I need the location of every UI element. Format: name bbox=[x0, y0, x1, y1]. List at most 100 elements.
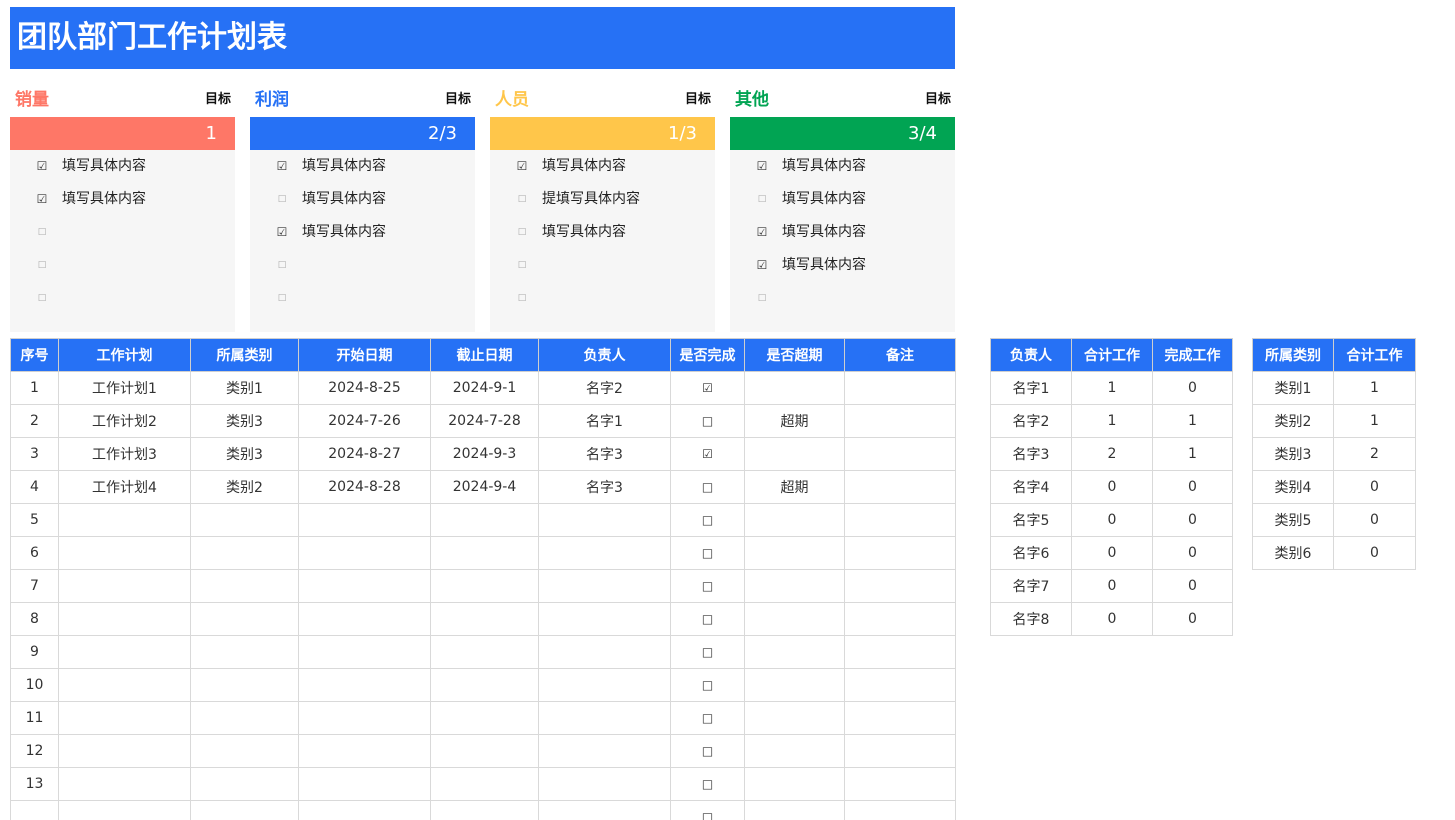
overdue-cell[interactable] bbox=[744, 569, 845, 603]
note-cell[interactable] bbox=[844, 668, 956, 702]
done-checkbox[interactable]: □ bbox=[670, 767, 745, 801]
summary-cell[interactable]: 2 bbox=[1071, 437, 1153, 471]
row-number-cell[interactable]: 6 bbox=[10, 536, 59, 570]
unchecked-checkbox[interactable]: □ bbox=[515, 290, 529, 306]
summary-cell[interactable]: 1 bbox=[1152, 404, 1233, 438]
end-date-cell[interactable] bbox=[430, 569, 539, 603]
work-plan-cell[interactable] bbox=[58, 536, 191, 570]
owner-cell[interactable] bbox=[538, 701, 671, 735]
checked-checkbox[interactable]: ☑ bbox=[275, 224, 289, 240]
start-date-cell[interactable] bbox=[298, 503, 431, 537]
work-plan-cell[interactable] bbox=[58, 767, 191, 801]
done-checkbox[interactable]: □ bbox=[670, 569, 745, 603]
summary-cell[interactable]: 2 bbox=[1333, 437, 1416, 471]
row-number-cell[interactable]: 13 bbox=[10, 767, 59, 801]
work-plan-cell[interactable]: 工作计划3 bbox=[58, 437, 191, 471]
category-cell[interactable] bbox=[190, 569, 299, 603]
start-date-cell[interactable] bbox=[298, 602, 431, 636]
row-number-cell[interactable]: 4 bbox=[10, 470, 59, 504]
category-cell[interactable] bbox=[190, 536, 299, 570]
start-date-cell[interactable]: 2024-8-27 bbox=[298, 437, 431, 471]
summary-cell[interactable]: 类别6 bbox=[1252, 536, 1334, 570]
overdue-cell[interactable] bbox=[744, 701, 845, 735]
work-plan-cell[interactable] bbox=[58, 503, 191, 537]
category-cell[interactable] bbox=[190, 503, 299, 537]
start-date-cell[interactable] bbox=[298, 701, 431, 735]
start-date-cell[interactable]: 2024-7-26 bbox=[298, 404, 431, 438]
done-checkbox[interactable]: □ bbox=[670, 470, 745, 504]
summary-cell[interactable]: 类别1 bbox=[1252, 371, 1334, 405]
category-cell[interactable] bbox=[190, 701, 299, 735]
end-date-cell[interactable] bbox=[430, 536, 539, 570]
row-number-cell[interactable] bbox=[10, 800, 59, 820]
summary-cell[interactable]: 0 bbox=[1071, 503, 1153, 537]
owner-cell[interactable] bbox=[538, 635, 671, 669]
owner-cell[interactable] bbox=[538, 569, 671, 603]
unchecked-checkbox[interactable]: □ bbox=[755, 191, 769, 207]
row-number-cell[interactable]: 7 bbox=[10, 569, 59, 603]
unchecked-checkbox[interactable]: □ bbox=[35, 290, 49, 306]
done-checkbox[interactable]: □ bbox=[670, 800, 745, 820]
category-cell[interactable] bbox=[190, 635, 299, 669]
summary-cell[interactable]: 类别2 bbox=[1252, 404, 1334, 438]
overdue-cell[interactable] bbox=[744, 371, 845, 405]
summary-cell[interactable]: 0 bbox=[1152, 536, 1233, 570]
end-date-cell[interactable]: 2024-9-4 bbox=[430, 470, 539, 504]
summary-cell[interactable]: 0 bbox=[1071, 569, 1153, 603]
summary-cell[interactable]: 名字5 bbox=[990, 503, 1072, 537]
category-cell[interactable]: 类别3 bbox=[190, 437, 299, 471]
end-date-cell[interactable] bbox=[430, 668, 539, 702]
row-number-cell[interactable]: 12 bbox=[10, 734, 59, 768]
start-date-cell[interactable] bbox=[298, 668, 431, 702]
summary-cell[interactable]: 0 bbox=[1071, 536, 1153, 570]
checked-checkbox[interactable]: ☑ bbox=[35, 158, 49, 174]
done-checkbox[interactable]: □ bbox=[670, 701, 745, 735]
owner-cell[interactable] bbox=[538, 503, 671, 537]
owner-cell[interactable] bbox=[538, 767, 671, 801]
summary-cell[interactable]: 类别5 bbox=[1252, 503, 1334, 537]
category-cell[interactable] bbox=[190, 734, 299, 768]
checked-checkbox[interactable]: ☑ bbox=[35, 191, 49, 207]
summary-cell[interactable]: 1 bbox=[1152, 437, 1233, 471]
done-checkbox[interactable]: □ bbox=[670, 635, 745, 669]
work-plan-cell[interactable] bbox=[58, 602, 191, 636]
category-cell[interactable]: 类别2 bbox=[190, 470, 299, 504]
unchecked-checkbox[interactable]: □ bbox=[755, 290, 769, 306]
unchecked-checkbox[interactable]: □ bbox=[275, 290, 289, 306]
overdue-cell[interactable] bbox=[744, 800, 845, 820]
note-cell[interactable] bbox=[844, 503, 956, 537]
note-cell[interactable] bbox=[844, 470, 956, 504]
start-date-cell[interactable] bbox=[298, 569, 431, 603]
done-checkbox[interactable]: □ bbox=[670, 602, 745, 636]
work-plan-cell[interactable] bbox=[58, 800, 191, 820]
overdue-cell[interactable] bbox=[744, 767, 845, 801]
summary-cell[interactable]: 1 bbox=[1071, 371, 1153, 405]
row-number-cell[interactable]: 2 bbox=[10, 404, 59, 438]
summary-cell[interactable]: 0 bbox=[1152, 371, 1233, 405]
unchecked-checkbox[interactable]: □ bbox=[35, 224, 49, 240]
overdue-cell[interactable] bbox=[744, 602, 845, 636]
owner-cell[interactable]: 名字2 bbox=[538, 371, 671, 405]
start-date-cell[interactable] bbox=[298, 800, 431, 820]
overdue-cell[interactable]: 超期 bbox=[744, 470, 845, 504]
checked-checkbox[interactable]: ☑ bbox=[755, 224, 769, 240]
owner-cell[interactable] bbox=[538, 800, 671, 820]
note-cell[interactable] bbox=[844, 800, 956, 820]
summary-cell[interactable]: 0 bbox=[1333, 503, 1416, 537]
end-date-cell[interactable] bbox=[430, 734, 539, 768]
done-checkbox[interactable]: □ bbox=[670, 734, 745, 768]
start-date-cell[interactable] bbox=[298, 734, 431, 768]
overdue-cell[interactable] bbox=[744, 635, 845, 669]
owner-cell[interactable] bbox=[538, 602, 671, 636]
summary-cell[interactable]: 0 bbox=[1152, 602, 1233, 636]
start-date-cell[interactable] bbox=[298, 536, 431, 570]
note-cell[interactable] bbox=[844, 371, 956, 405]
overdue-cell[interactable] bbox=[744, 503, 845, 537]
summary-cell[interactable]: 1 bbox=[1333, 404, 1416, 438]
work-plan-cell[interactable] bbox=[58, 734, 191, 768]
unchecked-checkbox[interactable]: □ bbox=[275, 191, 289, 207]
note-cell[interactable] bbox=[844, 701, 956, 735]
owner-cell[interactable] bbox=[538, 536, 671, 570]
end-date-cell[interactable] bbox=[430, 635, 539, 669]
summary-cell[interactable]: 1 bbox=[1071, 404, 1153, 438]
